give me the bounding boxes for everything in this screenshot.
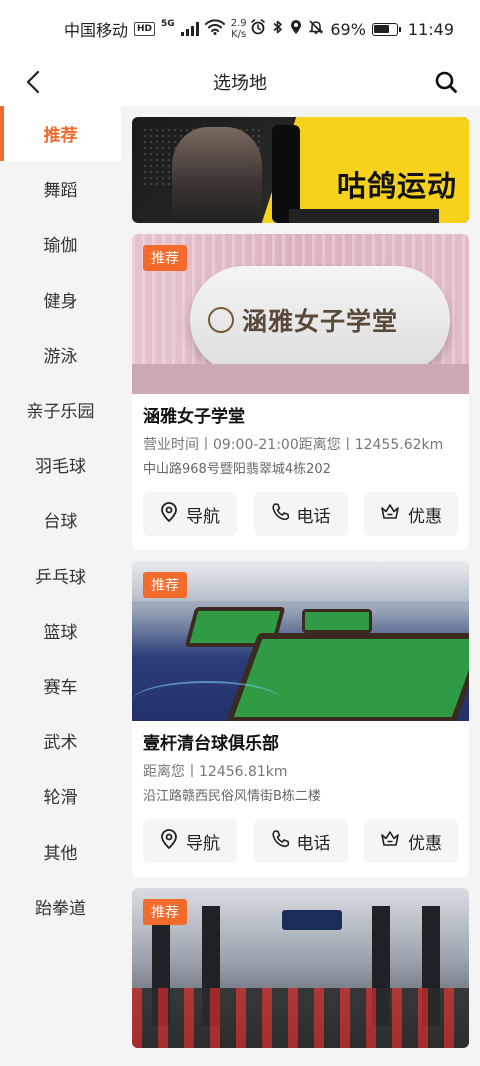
status-bar: 中国移动 HD 5G 2.9 K/s 69% 11:49 — [0, 0, 480, 58]
sidebar-item-label: 瑜伽 — [43, 236, 78, 257]
sidebar-item-recommend[interactable]: 推荐 — [0, 106, 121, 162]
venue-info: 营业时间丨09:00-21:00距离您丨12455.62km — [143, 437, 444, 453]
venue-card[interactable]: 推荐 — [132, 888, 469, 1048]
battery-percent: 69% — [330, 19, 366, 39]
discount-label: 优惠 — [408, 506, 442, 527]
sidebar-item-label: 游泳 — [43, 346, 78, 367]
floor — [132, 364, 469, 394]
pool-table — [302, 609, 372, 633]
net-speed-unit: K/s — [231, 29, 247, 40]
sidebar-item-taekwondo[interactable]: 跆拳道 — [0, 879, 121, 934]
back-icon[interactable] — [18, 66, 50, 98]
venue-list: 咕鸽运动 涵雅女子学堂 推荐 涵雅女子学堂 营业时间丨09:00-21:00距离… — [132, 117, 469, 1048]
sidebar-item-badminton[interactable]: 羽毛球 — [0, 437, 121, 492]
sidebar-item-yoga[interactable]: 瑜伽 — [0, 216, 121, 271]
carrier-label: 中国移动 — [64, 21, 129, 40]
page-title: 选场地 — [213, 73, 267, 94]
recommend-badge: 推荐 — [143, 899, 187, 925]
location-pin-icon — [160, 828, 178, 854]
venue-card[interactable]: 推荐 壹杆清台球俱乐部 距离您丨12456.81km 沿江路赣西民俗风情街B栋二… — [132, 561, 469, 877]
venue-image: 推荐 — [132, 888, 469, 1048]
clock: 11:49 — [407, 19, 454, 39]
phone-label: 电话 — [296, 833, 331, 854]
sidebar-item-label: 亲子乐园 — [26, 402, 95, 423]
crown-icon — [380, 830, 400, 853]
phone-button[interactable]: 电话 — [253, 819, 348, 863]
net-speed-value: 2.9 — [230, 18, 247, 29]
sidebar-item-racing[interactable]: 赛车 — [0, 658, 121, 713]
sidebar-item-label: 篮球 — [43, 622, 78, 643]
banner-subtext-bar — [289, 209, 439, 223]
sidebar-item-basketball[interactable]: 篮球 — [0, 603, 121, 658]
category-sidebar: 推荐 舞蹈 瑜伽 健身 游泳 亲子乐园 羽毛球 台球 乒乓球 篮球 赛车 武术 … — [0, 106, 121, 1066]
search-icon[interactable] — [430, 66, 462, 98]
sidebar-item-label: 轮滑 — [43, 788, 78, 809]
sidebar-item-label: 舞蹈 — [43, 181, 78, 202]
venue-address: 中山路968号暨阳翡翠城4栋202 — [143, 462, 331, 477]
banner-text: 咕鸽运动 — [336, 169, 457, 203]
bluetooth-icon — [272, 19, 284, 39]
sidebar-item-fitness[interactable]: 健身 — [0, 272, 121, 327]
hd-badge: HD — [134, 22, 156, 36]
signal-icon — [180, 22, 199, 36]
sidebar-item-martial-arts[interactable]: 武术 — [0, 713, 121, 768]
sidebar-item-label: 台球 — [43, 512, 78, 533]
venue-image: 涵雅女子学堂 推荐 — [132, 234, 469, 394]
sidebar-item-roller-skating[interactable]: 轮滑 — [0, 768, 121, 823]
location-pin-icon — [160, 501, 178, 527]
alarm-icon — [250, 19, 266, 39]
recommend-badge: 推荐 — [143, 572, 187, 598]
location-icon — [290, 19, 302, 39]
treadmill-row — [132, 988, 469, 1048]
navigate-label: 导航 — [186, 506, 220, 527]
venue-info: 距离您丨12456.81km — [143, 764, 288, 780]
sidebar-item-label: 健身 — [43, 291, 78, 312]
phone-label: 电话 — [296, 506, 331, 527]
venue-logo-icon — [208, 307, 234, 333]
navigate-button[interactable]: 导航 — [143, 492, 237, 536]
network-label: 5G — [161, 19, 175, 29]
phone-button[interactable]: 电话 — [253, 492, 348, 536]
sidebar-item-table-tennis[interactable]: 乒乓球 — [0, 548, 121, 603]
phone-icon — [271, 829, 289, 854]
promo-banner[interactable]: 咕鸽运动 — [132, 117, 469, 223]
crown-icon — [380, 503, 400, 526]
venue-image: 推荐 — [132, 561, 469, 721]
venue-sign-text: 涵雅女子学堂 — [242, 307, 399, 336]
carpet-pattern — [132, 681, 282, 721]
phone-icon — [271, 502, 289, 527]
sidebar-item-label: 赛车 — [43, 677, 78, 698]
sidebar-item-other[interactable]: 其他 — [0, 823, 121, 878]
navigate-button[interactable]: 导航 — [143, 819, 237, 863]
venue-sign: 涵雅女子学堂 — [190, 266, 450, 374]
sidebar-item-label: 乒乓球 — [35, 567, 86, 588]
sidebar-item-label: 推荐 — [43, 126, 78, 147]
venue-card[interactable]: 涵雅女子学堂 推荐 涵雅女子学堂 营业时间丨09:00-21:00距离您丨124… — [132, 234, 469, 550]
recommend-badge: 推荐 — [143, 245, 187, 271]
sidebar-item-swimming[interactable]: 游泳 — [0, 327, 121, 382]
sidebar-item-billiards[interactable]: 台球 — [0, 492, 121, 547]
battery-icon — [371, 22, 401, 36]
discount-button[interactable]: 优惠 — [364, 819, 458, 863]
mute-icon — [308, 19, 324, 39]
net-speed: 2.9 K/s — [231, 18, 247, 40]
sidebar-item-label: 羽毛球 — [35, 457, 86, 478]
gym-sign — [282, 910, 342, 930]
sidebar-item-label: 跆拳道 — [35, 898, 86, 919]
header: 选场地 — [0, 58, 480, 106]
sidebar-item-label: 武术 — [43, 733, 78, 754]
sidebar-item-dance[interactable]: 舞蹈 — [0, 161, 121, 216]
venue-name: 涵雅女子学堂 — [143, 407, 245, 427]
discount-label: 优惠 — [408, 833, 442, 854]
navigate-label: 导航 — [186, 833, 220, 854]
venue-name: 壹杆清台球俱乐部 — [143, 734, 279, 754]
discount-button[interactable]: 优惠 — [364, 492, 458, 536]
banner-athlete-image — [172, 127, 262, 223]
wifi-icon — [204, 19, 225, 39]
sidebar-item-label: 其他 — [43, 843, 78, 864]
venue-address: 沿江路赣西民俗风情街B栋二楼 — [143, 789, 321, 804]
sidebar-item-kids-park[interactable]: 亲子乐园 — [0, 382, 121, 437]
